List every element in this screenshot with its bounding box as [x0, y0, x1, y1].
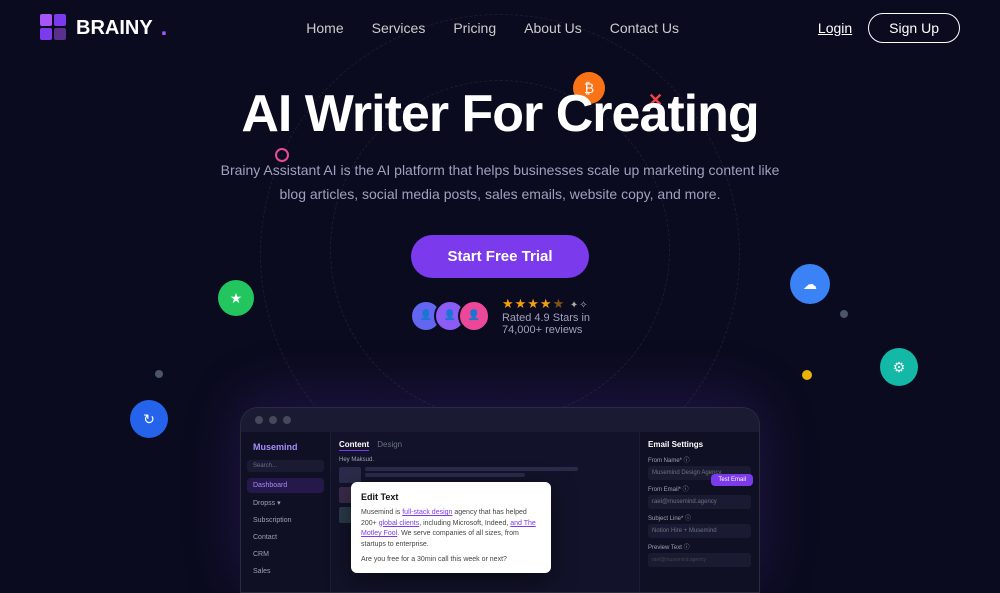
db-from-email: rael@musemind.agency: [648, 495, 751, 509]
hero-description: Brainy Assistant AI is the AI platform t…: [210, 159, 790, 207]
db-lines-1: [365, 467, 631, 479]
db-sidebar-contact: Contact: [247, 530, 324, 545]
db-sidebar-sales: Sales: [247, 564, 324, 579]
brand-name: BRAINY: [76, 17, 153, 40]
db-line-1a: [365, 467, 578, 471]
db-preview-text: rael@musemind.agency: [648, 553, 751, 567]
logo: BRAINY .: [40, 14, 167, 42]
nav-home[interactable]: Home: [306, 20, 343, 36]
navbar: BRAINY . Home Services Pricing About Us …: [0, 0, 1000, 56]
db-settings: Email Settings From Name* ⓘ Musemind Des…: [639, 432, 759, 592]
nav-about[interactable]: About Us: [524, 20, 582, 36]
float-refresh-icon: ↻: [130, 400, 168, 438]
db-from-label: From Name* ⓘ: [648, 455, 751, 464]
logo-icon: [40, 14, 68, 42]
float-gear-icon: ⚙: [880, 348, 918, 386]
db-item-1: [339, 467, 631, 483]
hero-title: AI Writer For Creating: [0, 86, 1000, 143]
signup-button[interactable]: Sign Up: [868, 13, 960, 43]
float-dot-1: [155, 370, 163, 378]
rating-label: Rated 4.9 Stars in 74,000+ reviews: [502, 312, 590, 336]
db-tab-content: Content: [339, 440, 369, 451]
db-test-email-button[interactable]: Test Email: [711, 474, 753, 486]
nav-actions: Login Sign Up: [818, 13, 960, 43]
nav-pricing[interactable]: Pricing: [453, 20, 496, 36]
avatars: 👤 👤 👤: [410, 300, 490, 332]
db-tab-design: Design: [377, 440, 402, 451]
avatar-3: 👤: [458, 300, 490, 332]
dashboard-preview: Musemind Search... Dashboard Dropss ▾ Su…: [240, 407, 760, 593]
db-preview-label: Preview Text ⓘ: [648, 542, 751, 551]
ratings-section: 👤 👤 👤 ★★★★★ ✦✧ Rated 4.9 Stars in 74,000…: [0, 296, 1000, 336]
db-edit-body: Musemind is full-stack design agency tha…: [361, 508, 541, 550]
db-sidebar-dashboard: Dashboard: [247, 478, 324, 493]
brand-dot: .: [161, 14, 168, 42]
db-dot-3: [283, 416, 291, 424]
float-yellow-dot: [802, 370, 812, 380]
nav-contact[interactable]: Contact Us: [610, 20, 679, 36]
login-button[interactable]: Login: [818, 20, 852, 36]
star-rating: ★★★★★ ✦✧: [502, 296, 590, 312]
db-tabs: Content Design: [339, 440, 631, 451]
db-line-1b: [365, 473, 525, 477]
db-search: Search...: [247, 460, 324, 472]
db-dot-2: [269, 416, 277, 424]
db-edit-title: Edit Text: [361, 492, 541, 502]
db-dot-1: [255, 416, 263, 424]
db-thumb-1: [339, 467, 361, 483]
nav-services[interactable]: Services: [372, 20, 426, 36]
db-edit-panel: Edit Text Musemind is full-stack design …: [351, 482, 551, 573]
db-subject-label: Subject Line* ⓘ: [648, 513, 751, 522]
db-subject: Notion Hire + Musemind: [648, 524, 751, 538]
nav-links: Home Services Pricing About Us Contact U…: [306, 20, 679, 36]
hero-section: AI Writer For Creating Brainy Assistant …: [0, 56, 1000, 336]
db-body: Musemind Search... Dashboard Dropss ▾ Su…: [241, 432, 759, 592]
db-edit-question: Are you free for a 30min call this week …: [361, 556, 541, 563]
db-sidebar-subscription: Subscription: [247, 513, 324, 528]
db-sidebar-crm: CRM: [247, 547, 324, 562]
db-sidebar: Musemind Search... Dashboard Dropss ▾ Su…: [241, 432, 331, 592]
db-settings-title: Email Settings: [648, 440, 751, 449]
db-greeting: Hey Maksud.: [339, 457, 631, 463]
rating-text: ★★★★★ ✦✧ Rated 4.9 Stars in 74,000+ revi…: [502, 296, 590, 336]
db-topbar: [241, 408, 759, 432]
db-brand: Musemind: [247, 440, 324, 454]
cta-button[interactable]: Start Free Trial: [411, 235, 588, 278]
db-sidebar-dropss: Dropss ▾: [247, 495, 324, 511]
